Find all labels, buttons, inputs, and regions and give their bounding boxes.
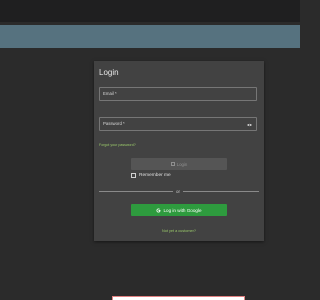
eye-icon[interactable] [247, 123, 252, 127]
email-input[interactable] [100, 88, 256, 100]
divider-line-left [99, 191, 173, 192]
page: Login Email * Password * Forgot your pas… [0, 0, 300, 300]
login-title: Login [99, 68, 119, 77]
header-banner [0, 25, 300, 48]
divider-line-right [183, 191, 259, 192]
remember-me-checkbox[interactable] [131, 173, 136, 178]
password-input[interactable] [100, 118, 256, 130]
top-bar [0, 0, 300, 22]
remember-me-label: Remember me [139, 173, 171, 178]
google-login-button[interactable]: Log in with Google [131, 204, 227, 216]
login-card: Login Email * Password * Forgot your pas… [94, 61, 264, 241]
bottom-panel-edge [112, 296, 245, 300]
email-field[interactable]: Email * [99, 87, 257, 101]
google-button-label: Log in with Google [163, 207, 202, 213]
divider-text: or [176, 188, 181, 194]
remember-me-row[interactable]: Remember me [131, 173, 171, 178]
login-button[interactable]: Login [131, 158, 227, 170]
signup-link[interactable]: Not yet a customer? [94, 229, 264, 233]
password-field[interactable]: Password * [99, 117, 257, 131]
login-button-label: Login [176, 161, 188, 167]
login-icon [170, 162, 175, 166]
forgot-password-link[interactable]: Forgot your password? [99, 143, 136, 147]
google-icon [156, 207, 161, 213]
or-divider: or [99, 189, 259, 194]
